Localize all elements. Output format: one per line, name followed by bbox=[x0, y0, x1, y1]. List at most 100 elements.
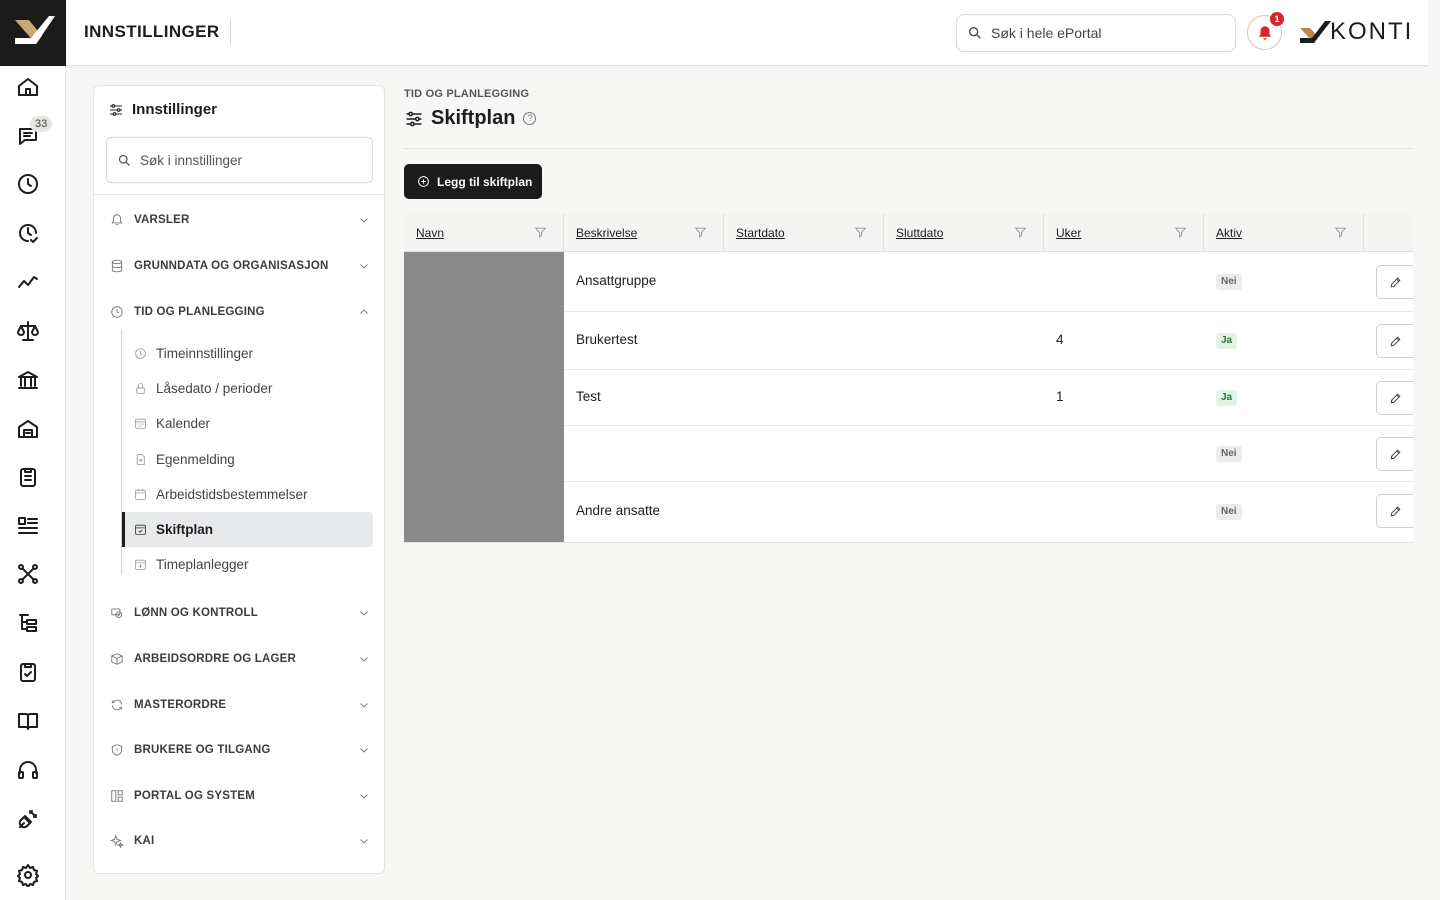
sub-item-kalender[interactable]: Kalender bbox=[124, 406, 373, 441]
time-check-icon[interactable] bbox=[14, 219, 42, 247]
tree-icon[interactable] bbox=[14, 609, 42, 637]
column-header-actions bbox=[1364, 214, 1413, 252]
section-brukere-og-tilgang[interactable]: BRUKERE OG TILGANG bbox=[110, 739, 370, 761]
building-icon[interactable] bbox=[14, 415, 42, 443]
calendar-check-icon bbox=[134, 523, 147, 536]
sub-item-label: Kalender bbox=[156, 416, 211, 431]
section-tid-og-planlegging[interactable]: TID OG PLANLEGGING bbox=[110, 301, 370, 323]
clock-icon bbox=[134, 347, 147, 360]
redacted-name-cell bbox=[404, 370, 564, 426]
column-header-uker[interactable]: Uker bbox=[1044, 214, 1204, 252]
headset-icon[interactable] bbox=[14, 756, 42, 784]
column-header-aktiv[interactable]: Aktiv bbox=[1204, 214, 1364, 252]
bank-icon[interactable] bbox=[14, 366, 42, 394]
lock-icon bbox=[134, 382, 147, 395]
section-portal-og-system[interactable]: PORTAL OG SYSTEM bbox=[110, 785, 370, 807]
section-label: PORTAL OG SYSTEM bbox=[134, 790, 255, 802]
settings-panel-header: Innstillinger bbox=[108, 101, 217, 118]
help-icon[interactable]: ? bbox=[523, 112, 537, 125]
chevron-down-icon bbox=[358, 260, 370, 272]
section-lonn-og-kontroll[interactable]: LØNN OG KONTROLL bbox=[110, 602, 370, 624]
box-icon bbox=[110, 652, 124, 666]
sub-item-lasedato[interactable]: Låsedato / perioder bbox=[124, 371, 373, 406]
refresh-icon bbox=[110, 698, 124, 712]
sub-item-skiftplan[interactable]: Skiftplan bbox=[122, 512, 373, 547]
column-header-navn[interactable]: Navn bbox=[404, 214, 564, 252]
clipboard-icon[interactable] bbox=[14, 463, 42, 491]
global-search-input[interactable] bbox=[991, 25, 1211, 41]
brand-logo: KONTI bbox=[1298, 18, 1413, 46]
filter-icon[interactable] bbox=[694, 226, 707, 239]
konti-brand-mark-icon bbox=[1300, 21, 1331, 43]
checklist-icon[interactable] bbox=[14, 658, 42, 686]
chevron-up-icon bbox=[358, 306, 370, 318]
filter-icon[interactable] bbox=[1174, 226, 1187, 239]
global-search[interactable] bbox=[956, 14, 1236, 52]
weeks-cell: 4 bbox=[1056, 332, 1064, 347]
filter-icon[interactable] bbox=[854, 226, 867, 239]
clock-icon[interactable] bbox=[14, 170, 42, 198]
scale-icon[interactable] bbox=[14, 317, 42, 345]
shield-icon bbox=[110, 743, 124, 757]
description-cell: Brukertest bbox=[576, 332, 638, 347]
table-header: Navn Beskrivelse Startdato Sluttdato Uke… bbox=[404, 214, 1413, 252]
edit-button[interactable] bbox=[1376, 437, 1413, 471]
column-label: Aktiv bbox=[1216, 226, 1243, 240]
description-cell: Test bbox=[576, 389, 601, 404]
edit-button[interactable] bbox=[1376, 494, 1413, 528]
sub-item-timeplanlegger[interactable]: Timeplanlegger bbox=[124, 547, 373, 582]
trend-icon[interactable] bbox=[14, 268, 42, 296]
settings-gear-icon[interactable] bbox=[14, 861, 42, 889]
plus-circle-icon bbox=[418, 176, 429, 187]
edit-button[interactable] bbox=[1376, 324, 1413, 358]
calendar-plus-icon bbox=[134, 558, 147, 571]
active-status-badge: Ja bbox=[1216, 333, 1238, 349]
table-row[interactable]: Andre ansatte Nei bbox=[404, 482, 1413, 542]
sub-item-label: Låsedato / perioder bbox=[156, 381, 273, 396]
chevron-down-icon bbox=[358, 744, 370, 756]
list-icon[interactable] bbox=[14, 512, 42, 540]
edit-button[interactable] bbox=[1376, 381, 1413, 415]
filter-icon[interactable] bbox=[1014, 226, 1027, 239]
table-row[interactable]: Brukertest 4 Ja bbox=[404, 312, 1413, 370]
section-label: TID OG PLANLEGGING bbox=[134, 306, 265, 318]
pencil-icon bbox=[1390, 449, 1400, 459]
sliders-icon bbox=[110, 103, 122, 116]
book-icon[interactable] bbox=[14, 707, 42, 735]
filter-icon[interactable] bbox=[534, 226, 547, 239]
add-shift-plan-button[interactable]: Legg til skiftplan bbox=[404, 164, 542, 199]
sub-item-timeinnstillinger[interactable]: Timeinnstillinger bbox=[124, 336, 373, 371]
column-header-sluttdato[interactable]: Sluttdato bbox=[884, 214, 1044, 252]
section-arbeidsordre[interactable]: ARBEIDSORDRE OG LAGER bbox=[110, 648, 370, 670]
column-header-beskrivelse[interactable]: Beskrivelse bbox=[564, 214, 724, 252]
settings-search-input[interactable] bbox=[140, 152, 360, 168]
app-logo[interactable] bbox=[0, 0, 66, 66]
active-status-badge: Nei bbox=[1216, 504, 1242, 520]
table-row[interactable]: Test 1 Ja bbox=[404, 370, 1413, 426]
plug-icon[interactable] bbox=[14, 805, 42, 833]
search-icon bbox=[118, 154, 130, 166]
section-grunndata[interactable]: GRUNNDATA OG ORGANISASJON bbox=[110, 255, 370, 277]
table-row[interactable]: Nei bbox=[404, 426, 1413, 482]
chevron-down-icon bbox=[358, 653, 370, 665]
sub-item-egenmelding[interactable]: Egenmelding bbox=[124, 442, 373, 477]
sub-item-label: Arbeidstidsbestemmelser bbox=[156, 487, 308, 502]
calendar-icon bbox=[134, 488, 147, 501]
chevron-down-icon bbox=[358, 790, 370, 802]
section-kai[interactable]: KAI bbox=[110, 830, 370, 852]
network-icon[interactable] bbox=[14, 560, 42, 588]
main-divider bbox=[404, 148, 1413, 149]
column-label: Navn bbox=[416, 226, 445, 240]
section-varsler[interactable]: VARSLER bbox=[110, 209, 370, 231]
home-icon[interactable] bbox=[14, 73, 42, 101]
section-masterordre[interactable]: MASTERORDRE bbox=[110, 694, 370, 716]
edit-button[interactable] bbox=[1376, 265, 1413, 299]
column-header-startdato[interactable]: Startdato bbox=[724, 214, 884, 252]
table-row[interactable]: Ansattgruppe Nei bbox=[404, 252, 1413, 312]
settings-search[interactable] bbox=[106, 137, 373, 183]
sub-item-arbeidstidsbestemmelser[interactable]: Arbeidstidsbestemmelser bbox=[124, 477, 373, 512]
filter-icon[interactable] bbox=[1334, 226, 1347, 239]
top-header: INNSTILLINGER 1 KONTI bbox=[66, 0, 1428, 66]
section-label: VARSLER bbox=[134, 214, 190, 226]
sliders-icon bbox=[404, 109, 431, 129]
